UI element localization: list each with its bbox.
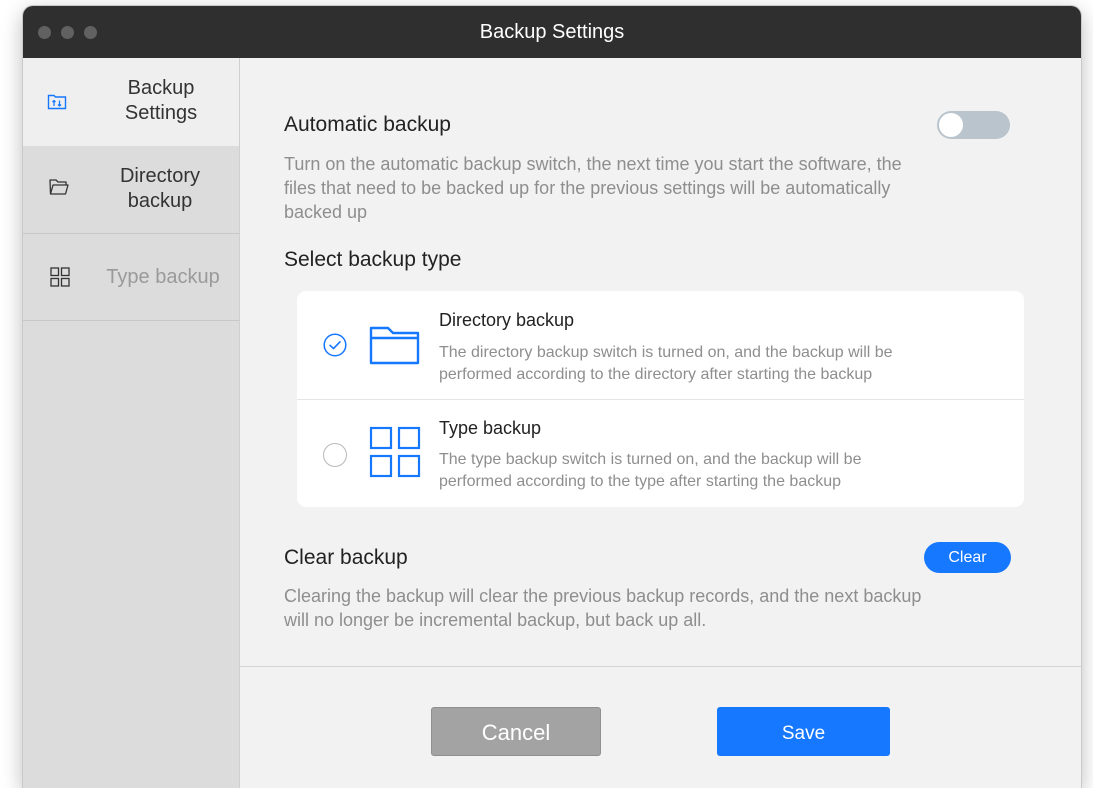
toggle-knob <box>939 113 963 137</box>
sidebar-item-label-line1: Backup <box>127 77 195 99</box>
grid-icon <box>50 267 70 287</box>
option-title: Directory backup <box>439 310 575 330</box>
select-backup-type-title: Select backup type <box>284 248 462 271</box>
backup-settings-icon <box>47 94 67 110</box>
backup-type-options: Directory backup The directory backup sw… <box>297 291 1024 507</box>
sidebar-item-backup-settings[interactable]: Backup Settings <box>23 58 239 146</box>
sidebar: Backup Settings Directory backup Type ba… <box>23 58 240 788</box>
sidebar-item-label-line2: Settings <box>124 102 198 124</box>
clear-button[interactable]: Clear <box>924 542 1011 573</box>
option-description: The type backup switch is turned on, and… <box>439 449 999 493</box>
radio-checked-icon[interactable] <box>323 333 347 357</box>
settings-panel: Automatic backup Turn on the automatic b… <box>240 58 1081 788</box>
window-title: Backup Settings <box>479 21 625 43</box>
description-line: backed up <box>284 202 368 222</box>
description-line: Turn on the automatic backup switch, the… <box>284 154 902 174</box>
clear-backup-description: Clearing the backup will clear the previ… <box>284 584 1054 632</box>
sidebar-item-label-line1: Directory <box>119 165 200 187</box>
description-line: Clearing the backup will clear the previ… <box>284 586 922 606</box>
folder-icon <box>369 326 420 365</box>
sidebar-item-label: Directory backup <box>105 164 215 214</box>
description-line: The directory backup switch is turned on… <box>439 344 893 361</box>
cancel-button[interactable]: Cancel <box>431 707 601 756</box>
backup-settings-window: Backup Settings Backup Settings Director… <box>23 6 1081 788</box>
sidebar-item-label: Backup Settings <box>111 76 211 126</box>
option-title: Type backup <box>439 418 542 438</box>
sidebar-item-type-backup[interactable]: Type backup <box>23 234 239 321</box>
option-type-backup[interactable]: Type backup The type backup switch is tu… <box>297 399 1024 507</box>
description-line: performed according to the type after st… <box>439 473 842 490</box>
automatic-backup-toggle[interactable] <box>937 111 1010 139</box>
clear-backup-title: Clear backup <box>284 546 408 569</box>
description-line: The type backup switch is turned on, and… <box>439 451 862 468</box>
sidebar-item-label: Type backup <box>106 266 220 288</box>
description-line: performed according to the directory aft… <box>439 366 873 383</box>
save-button[interactable]: Save <box>717 707 890 756</box>
description-line: will no longer be incremental backup, bu… <box>284 610 707 630</box>
radio-unchecked-icon[interactable] <box>323 443 347 467</box>
option-description: The directory backup switch is turned on… <box>439 342 999 386</box>
sidebar-item-label-line2: backup <box>127 190 193 212</box>
folder-icon <box>49 179 69 195</box>
description-line: files that need to be backed up for the … <box>284 178 891 198</box>
title-bar: Backup Settings <box>23 6 1081 58</box>
automatic-backup-description: Turn on the automatic backup switch, the… <box>284 152 1044 224</box>
sidebar-item-directory-backup[interactable]: Directory backup <box>23 146 239 234</box>
grid-icon <box>369 426 421 478</box>
footer-divider <box>240 666 1081 667</box>
automatic-backup-title: Automatic backup <box>284 113 451 136</box>
option-directory-backup[interactable]: Directory backup The directory backup sw… <box>297 291 1024 400</box>
